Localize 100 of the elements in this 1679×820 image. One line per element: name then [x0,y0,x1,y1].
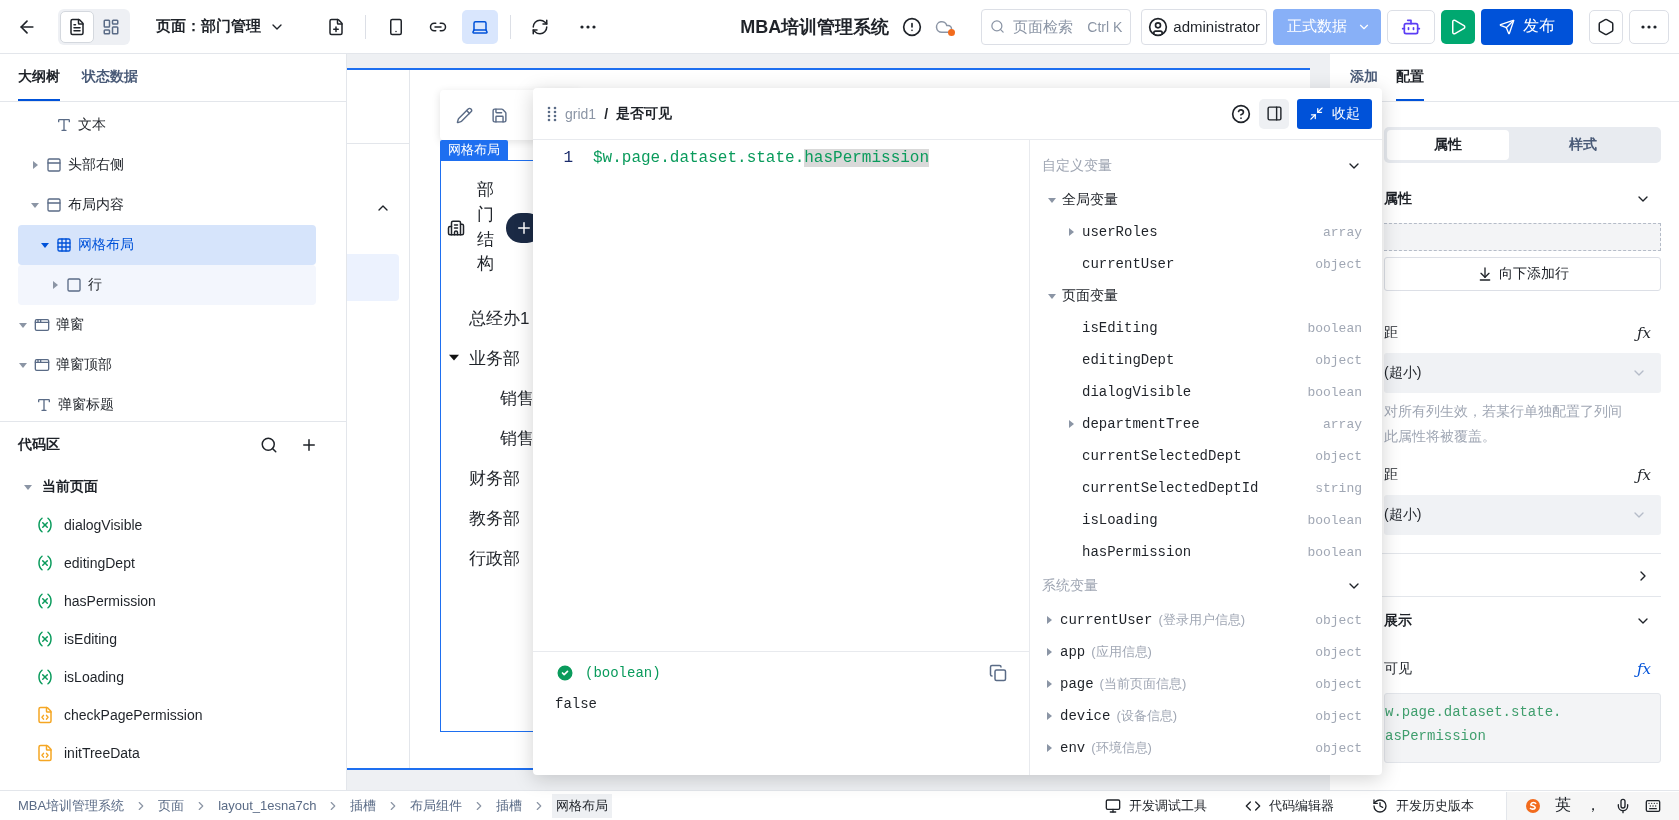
add-icon[interactable] [300,436,318,454]
variable-item[interactable]: env (环境信息) object [1042,732,1362,764]
variable-item[interactable]: isEditing boolean [1042,312,1362,344]
panel-tab[interactable]: 状态数据 [82,54,138,101]
variable-icon [36,554,54,572]
variable-note: (应用信息) [1091,643,1152,661]
variable-item[interactable]: userRoles array [1042,216,1362,248]
variable-item[interactable]: departmentTree array [1042,408,1362,440]
help-icon[interactable] [1231,103,1251,124]
code-item[interactable]: dialogVisible [0,506,346,544]
search-icon[interactable] [260,436,278,454]
outline-item[interactable]: 头部右侧 [18,145,316,185]
settings-button[interactable] [1589,9,1623,44]
user-button[interactable]: administrator [1141,8,1267,45]
code-item[interactable]: isLoading [0,658,346,696]
drag-handle-icon[interactable] [547,105,557,122]
variable-item[interactable]: currentUser object [1042,248,1362,280]
tool-button[interactable]: 开发调试工具 [1099,795,1213,816]
tree-node-label[interactable]: 总经办1 [469,306,530,330]
assistant-button[interactable] [1387,9,1435,44]
code-item[interactable]: hasPermission [0,582,346,620]
view-mode-button[interactable] [60,10,94,43]
copy-icon[interactable] [989,664,1007,682]
code-item[interactable]: checkPagePermission [0,696,346,734]
script-file-icon [36,706,54,724]
breadcrumb-item[interactable]: 网格布局 [552,793,613,818]
variable-item[interactable]: editingDept object [1042,344,1362,376]
tree-node-label[interactable]: 财务部 [469,466,520,490]
select-field[interactable]: (超小) [1384,353,1661,393]
component-label: 网格布局 [440,140,508,160]
code-item[interactable]: editingDept [0,544,346,582]
section-title: 属性 [1384,190,1412,208]
variable-type: string [1315,480,1362,496]
tree-node-label[interactable]: 销售 [500,386,534,410]
code-item[interactable]: isEditing [0,620,346,658]
code-item[interactable]: initTreeData [0,734,346,772]
outline-item[interactable]: 弹窗顶部 [18,345,316,385]
language-indicator[interactable]: 英 [1555,795,1571,816]
segment-tab[interactable]: 样式 [1508,130,1658,160]
outline-item[interactable]: 布局内容 [18,185,316,225]
breadcrumb-item[interactable]: 页面 [154,793,189,818]
edit-icon[interactable] [456,106,473,124]
tree-node-label[interactable]: 销售 [500,426,534,450]
keyboard-icon[interactable] [1645,797,1661,814]
outline-item[interactable]: 弹窗标题 [18,385,316,421]
alert-icon [902,16,923,37]
breadcrumb-item[interactable]: MBA培训管理系统 [14,793,129,818]
section-title: 自定义变量 [1042,157,1112,175]
section-title: 展示 [1384,612,1412,630]
variable-item[interactable]: page (当前页面信息) object [1042,668,1362,700]
panel-tab[interactable]: 配置 [1396,54,1424,101]
outline-item[interactable]: 文本 [18,105,316,145]
variable-item[interactable]: currentSelectedDept object [1042,440,1362,472]
panel-tab[interactable]: 大纲树 [18,54,60,101]
text-icon [36,397,52,413]
segment-tab[interactable]: 属性 [1387,130,1509,160]
variable-name: currentUser [1060,612,1153,628]
tool-button[interactable]: 代码编辑器 [1239,795,1340,816]
variable-type: array [1323,224,1362,240]
tree-node-label[interactable]: 业务部 [469,346,520,370]
punctuation-indicator[interactable]: ， [1585,795,1601,816]
variable-item[interactable]: isLoading boolean [1042,504,1362,536]
panel-tab[interactable]: 添加 [1350,54,1378,101]
nav-highlight [347,254,399,301]
select-field[interactable]: (超小) [1384,495,1661,535]
building-icon [447,218,465,237]
variable-item[interactable]: device (设备信息) object [1042,700,1362,732]
outline-item[interactable]: 行 [18,265,316,305]
microphone-icon[interactable] [1615,797,1631,814]
variable-item[interactable]: app (应用信息) object [1042,636,1362,668]
breadcrumb-item[interactable]: 布局组件 [406,793,467,818]
side-panel-button[interactable] [1259,98,1289,129]
tool-button[interactable]: 开发历史版本 [1366,795,1480,816]
variable-group[interactable]: 页面变量 [1042,280,1362,312]
collapse-button[interactable]: 收起 [1297,98,1372,129]
variable-item[interactable]: currentUser (登录用户信息) object [1042,604,1362,636]
variable-item[interactable]: dialogVisible boolean [1042,376,1362,408]
variable-note: (设备信息) [1116,707,1178,725]
variable-name: page [1060,676,1094,692]
breadcrumb-item[interactable]: 插槽 [346,793,381,818]
save-icon[interactable] [491,106,508,124]
variable-item[interactable]: currentSelectedDeptId string [1042,472,1362,504]
page-select[interactable]: 页面：部门管理 [150,16,291,37]
code-line[interactable]: $w.page.dataset.state.hasPermission [593,148,930,168]
tree-node-label[interactable]: 行政部 [469,546,520,570]
variable-name: currentUser [1082,256,1175,272]
breadcrumb-item[interactable]: layout_1esna7ch [214,795,321,816]
history-icon [1372,797,1388,814]
code-group[interactable]: 当前页面 [0,468,346,506]
variable-type: object [1315,448,1362,464]
outline-item[interactable]: 弹窗 [18,305,316,345]
variable-group[interactable]: 全局变量 [1042,184,1362,216]
outline-item[interactable]: 网格布局 [18,225,316,265]
preview-button[interactable] [1441,9,1475,44]
add-row-button[interactable]: 向下添加行 [1384,257,1661,291]
publish-button[interactable]: 发布 [1481,8,1573,45]
variable-item[interactable]: hasPermission boolean [1042,536,1362,568]
tree-node-label[interactable]: 教务部 [469,506,520,530]
caret-icon[interactable] [449,354,459,362]
breadcrumb-item[interactable]: 插槽 [492,793,527,818]
